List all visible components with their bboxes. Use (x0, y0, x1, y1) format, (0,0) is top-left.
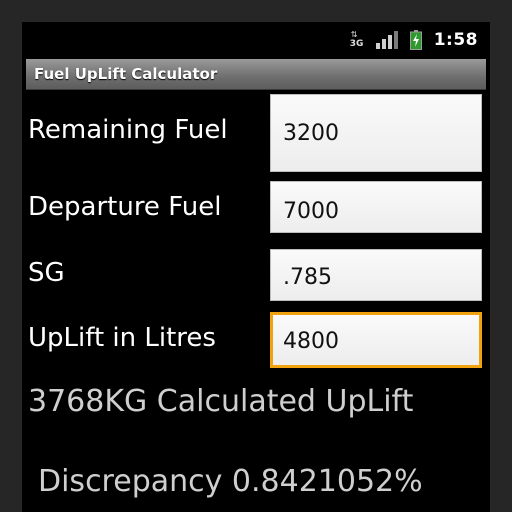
departure-fuel-label: Departure Fuel (28, 192, 222, 222)
sg-input[interactable]: .785 (270, 249, 482, 301)
clock: 1:58 (433, 30, 478, 50)
status-bar: ⇅ 3G 1:58 (22, 22, 490, 58)
device-frame: ⇅ 3G 1:58 Fuel UpLift Calculator Remaini… (0, 0, 512, 512)
uplift-litres-label: UpLift in Litres (28, 323, 216, 353)
phone-screen: ⇅ 3G 1:58 Fuel UpLift Calculator Remaini… (22, 22, 490, 512)
remaining-fuel-input[interactable]: 3200 (270, 94, 482, 172)
app-title-bar: Fuel UpLift Calculator (26, 59, 486, 90)
departure-fuel-input[interactable]: 7000 (270, 181, 482, 233)
discrepancy-result: Discrepancy 0.8421052% (38, 464, 423, 499)
calculated-uplift-result: 3768KG Calculated UpLift (28, 384, 414, 419)
signal-strength-icon (375, 31, 398, 49)
battery-charging-icon (409, 30, 422, 50)
uplift-litres-input[interactable]: 4800 (270, 312, 482, 368)
remaining-fuel-label: Remaining Fuel (28, 115, 228, 145)
sg-label: SG (28, 258, 65, 288)
app-title: Fuel UpLift Calculator (34, 65, 218, 83)
data-activity-3g-icon: ⇅ 3G (349, 30, 364, 49)
status-icons: ⇅ 3G 1:58 (350, 30, 478, 50)
